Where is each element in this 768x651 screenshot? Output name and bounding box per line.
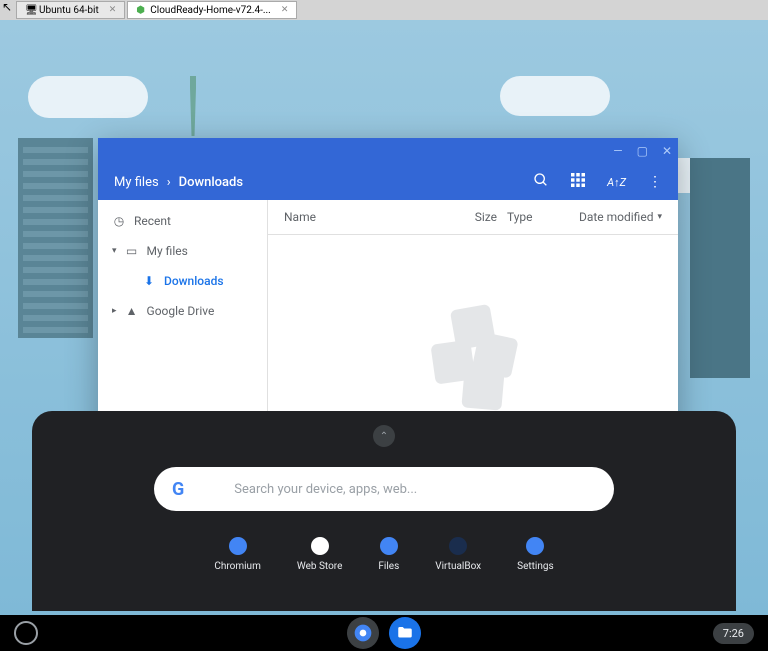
window-titlebar[interactable]: — ▢ ✕ bbox=[98, 138, 678, 164]
chevron-right-icon: › bbox=[167, 175, 171, 190]
minimize-icon[interactable]: — bbox=[613, 144, 622, 158]
close-icon[interactable]: ✕ bbox=[281, 5, 289, 15]
column-size[interactable]: Size bbox=[442, 210, 497, 224]
vm-icon: 🖥 bbox=[25, 5, 35, 15]
app-label: Web Store bbox=[297, 561, 343, 572]
launcher-panel: ⌃ G Search your device, apps, web... Chr… bbox=[32, 411, 736, 611]
maximize-icon[interactable]: ▢ bbox=[637, 144, 648, 158]
vm-tab-bar: 🖥 Ubuntu 64-bit ✕ ⬢ CloudReady-Home-v72.… bbox=[0, 0, 768, 20]
wallpaper-cloud bbox=[28, 76, 148, 118]
webstore-icon bbox=[311, 537, 329, 555]
vm-tab-cloudready[interactable]: ⬢ CloudReady-Home-v72.4-... ✕ bbox=[127, 1, 297, 19]
app-row: Chromium Web Store Files VirtualBox Sett… bbox=[214, 537, 553, 572]
app-label: Files bbox=[378, 561, 399, 572]
column-header-row: Name Size Type Date modified▾ bbox=[268, 200, 678, 235]
sidebar-item-label: Recent bbox=[134, 214, 171, 228]
vm-icon: ⬢ bbox=[136, 5, 146, 15]
breadcrumb-current: Downloads bbox=[179, 175, 243, 190]
launcher-button[interactable] bbox=[14, 621, 38, 645]
wallpaper-building bbox=[690, 158, 750, 378]
sidebar-item-downloads[interactable]: ⬇ Downloads bbox=[98, 266, 267, 296]
vm-tab-label: CloudReady-Home-v72.4-... bbox=[150, 5, 271, 16]
app-virtualbox[interactable]: VirtualBox bbox=[435, 537, 481, 572]
wallpaper-cloud bbox=[500, 76, 610, 116]
vm-tab-ubuntu[interactable]: 🖥 Ubuntu 64-bit ✕ bbox=[16, 1, 125, 19]
chevron-right-icon[interactable]: ▸ bbox=[112, 306, 117, 316]
virtualbox-icon bbox=[449, 537, 467, 555]
shelf-chromium[interactable] bbox=[347, 617, 379, 649]
google-logo-icon: G bbox=[172, 479, 184, 500]
breadcrumb[interactable]: My files › Downloads bbox=[114, 175, 243, 190]
app-label: Settings bbox=[517, 561, 554, 572]
chromium-icon bbox=[353, 623, 373, 643]
sidebar-item-label: My files bbox=[147, 244, 188, 258]
drive-icon: ▲ bbox=[125, 304, 139, 318]
app-label: VirtualBox bbox=[435, 561, 481, 572]
search-placeholder: Search your device, apps, web... bbox=[234, 482, 417, 497]
close-icon[interactable]: ✕ bbox=[662, 144, 672, 158]
column-type[interactable]: Type bbox=[497, 210, 552, 224]
sidebar-item-recent[interactable]: ◷ Recent bbox=[98, 206, 267, 236]
app-webstore[interactable]: Web Store bbox=[297, 537, 343, 572]
chromium-icon bbox=[229, 537, 247, 555]
shelf: 7:26 bbox=[0, 615, 768, 651]
files-icon bbox=[380, 537, 398, 555]
download-icon: ⬇ bbox=[142, 274, 156, 288]
column-date[interactable]: Date modified▾ bbox=[552, 210, 662, 224]
clock-icon: ◷ bbox=[112, 214, 126, 228]
app-chromium[interactable]: Chromium bbox=[214, 537, 261, 572]
cursor-icon: ↖ bbox=[2, 0, 12, 14]
search-input[interactable]: G Search your device, apps, web... bbox=[154, 467, 614, 511]
vm-tab-label: Ubuntu 64-bit bbox=[39, 5, 99, 16]
grid-view-icon[interactable] bbox=[571, 173, 585, 191]
app-settings[interactable]: Settings bbox=[517, 537, 554, 572]
close-icon[interactable]: ✕ bbox=[109, 5, 117, 15]
laptop-icon: ▭ bbox=[125, 244, 139, 258]
gear-icon bbox=[526, 537, 544, 555]
chevron-up-icon: ⌃ bbox=[380, 431, 388, 442]
column-name[interactable]: Name bbox=[284, 210, 442, 224]
toolbar: My files › Downloads A↑Z ⋮ bbox=[98, 164, 678, 200]
video-icon bbox=[461, 367, 504, 410]
app-label: Chromium bbox=[214, 561, 261, 572]
more-icon[interactable]: ⋮ bbox=[648, 174, 662, 190]
app-files[interactable]: Files bbox=[378, 537, 399, 572]
wallpaper-building bbox=[18, 138, 93, 338]
launcher-expand-button[interactable]: ⌃ bbox=[373, 425, 395, 447]
desktop: — ▢ ✕ My files › Downloads A↑Z ⋮ bbox=[0, 20, 768, 651]
sidebar-item-myfiles[interactable]: ▾ ▭ My files bbox=[98, 236, 267, 266]
clock-time: 7:26 bbox=[723, 627, 744, 640]
folder-icon bbox=[396, 624, 414, 642]
status-tray[interactable]: 7:26 bbox=[713, 623, 754, 644]
search-icon[interactable] bbox=[533, 172, 549, 192]
breadcrumb-root[interactable]: My files bbox=[114, 175, 159, 190]
wallpaper-liberty bbox=[178, 76, 208, 136]
shelf-files[interactable] bbox=[389, 617, 421, 649]
sort-icon[interactable]: A↑Z bbox=[607, 176, 626, 189]
sidebar-item-label: Downloads bbox=[164, 274, 224, 288]
sidebar-item-label: Google Drive bbox=[147, 304, 215, 318]
chevron-down-icon: ▾ bbox=[657, 212, 662, 222]
sidebar-item-gdrive[interactable]: ▸ ▲ Google Drive bbox=[98, 296, 267, 326]
chevron-down-icon[interactable]: ▾ bbox=[112, 246, 117, 256]
